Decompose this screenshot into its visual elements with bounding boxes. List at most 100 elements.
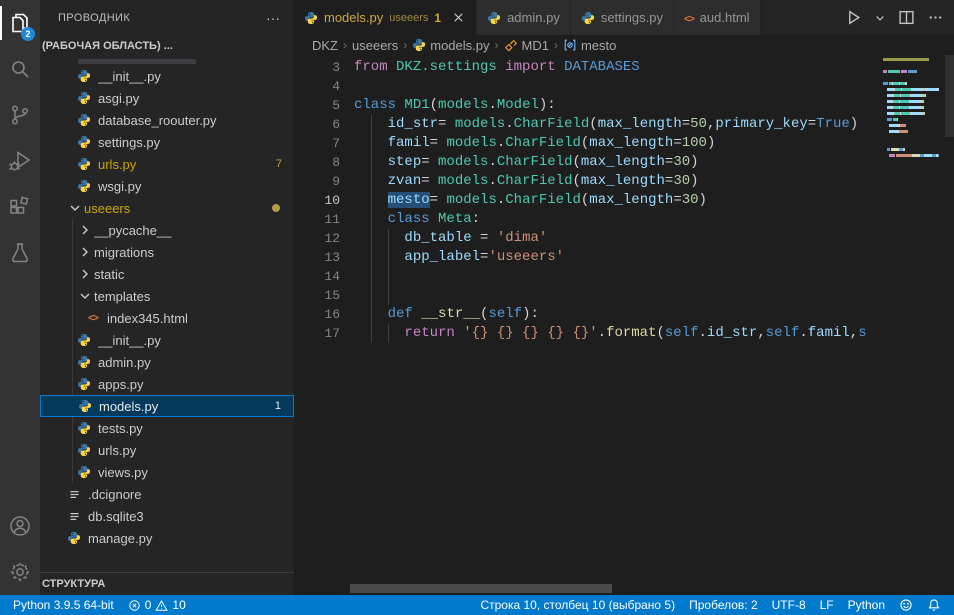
code-line: 3from DKZ.settings import DATABASES <box>294 58 878 77</box>
tree-item[interactable]: static <box>40 263 294 285</box>
code-token: return <box>404 325 454 341</box>
status-notifications[interactable] <box>920 595 948 615</box>
tree-item[interactable]: <>index345.html <box>40 307 294 329</box>
activity-item-extensions[interactable] <box>0 184 40 230</box>
minimap-bar <box>901 112 910 115</box>
activity-item-explorer[interactable]: 2 <box>0 0 40 46</box>
tab-settings.py[interactable]: settings.py <box>571 0 674 35</box>
code-token: self <box>766 325 800 341</box>
status-problems[interactable]: 010 <box>121 595 193 615</box>
tree-item[interactable]: asgi.py <box>40 87 294 109</box>
minimap-bar <box>923 106 924 109</box>
tree-item[interactable]: admin.py <box>40 351 294 373</box>
tree-item[interactable]: settings.py <box>40 131 294 153</box>
code-editor[interactable]: 3from DKZ.settings import DATABASES45cla… <box>294 55 954 595</box>
activity-item-settings[interactable] <box>0 549 40 595</box>
code-token: famil <box>388 135 430 151</box>
code-token: ( <box>657 325 665 341</box>
python-icon <box>412 38 426 52</box>
tab-label: aud.html <box>700 10 750 25</box>
status-language-mode[interactable]: Python <box>841 595 892 615</box>
tree-item[interactable]: urls.py <box>40 439 294 461</box>
code-token: ): <box>522 306 539 322</box>
split-editor-icon[interactable] <box>898 9 915 26</box>
status-python-interpreter[interactable]: Python 3.9.5 64-bit <box>6 595 121 615</box>
status-indentation[interactable]: Пробелов: 2 <box>682 595 765 615</box>
activity-item-accounts[interactable] <box>0 503 40 549</box>
line-number: 14 <box>294 267 340 286</box>
tree-item[interactable]: __init__.py <box>40 329 294 351</box>
tree-item-label: database_roouter.py <box>98 113 294 128</box>
status-cursor-position[interactable]: Строка 10, столбец 10 (выбрано 5) <box>473 595 682 615</box>
more-actions-icon[interactable] <box>927 9 944 26</box>
minimap-bar <box>896 154 912 157</box>
tree-item[interactable]: templates <box>40 285 294 307</box>
code-token: = <box>472 230 497 246</box>
code-token: . <box>488 154 496 170</box>
minimap-bar <box>910 106 920 109</box>
tree-item-label: asgi.py <box>98 91 294 106</box>
more-actions-icon[interactable]: ··· <box>262 10 284 26</box>
breadcrumb-item[interactable]: models.py <box>410 38 491 53</box>
code-token: self <box>488 306 522 322</box>
code-token: def <box>388 306 413 322</box>
close-icon[interactable] <box>451 10 466 25</box>
breadcrumb-item[interactable]: MD1 <box>502 38 551 53</box>
code-token: . <box>488 97 496 113</box>
tree-item[interactable]: db.sqlite3 <box>40 505 294 527</box>
tree-item[interactable]: .dcignore <box>40 483 294 505</box>
indent-guide <box>388 286 389 305</box>
tree-item[interactable]: tests.py <box>40 417 294 439</box>
code-token: max_length <box>598 116 682 132</box>
activity-item-search[interactable] <box>0 46 40 92</box>
code-token: app_label <box>404 249 480 265</box>
code-token: class <box>388 211 430 227</box>
status-encoding[interactable]: UTF-8 <box>765 595 813 615</box>
twisty-down-icon <box>66 200 84 216</box>
tree-item[interactable]: __pycache__ <box>40 219 294 241</box>
tree-item[interactable]: views.py <box>40 461 294 483</box>
minimap-bar <box>903 148 905 151</box>
workspace-section-header[interactable]: (РАБОЧАЯ ОБЛАСТЬ) ... <box>40 35 294 57</box>
breadcrumb-item[interactable]: mesto <box>561 38 618 53</box>
activity-item-run-debug[interactable] <box>0 138 40 184</box>
code-token: step <box>388 154 422 170</box>
run-icon[interactable] <box>845 9 862 26</box>
minimap-bar <box>925 94 926 97</box>
outline-section-header[interactable]: СТРУКТУРА <box>40 572 294 595</box>
activity-item-testing[interactable] <box>0 230 40 276</box>
tab-aud.html[interactable]: <>aud.html <box>674 0 761 35</box>
tree-item[interactable]: manage.py <box>40 527 294 549</box>
tree-item[interactable]: urls.py7 <box>40 153 294 175</box>
horizontal-scrollbar[interactable] <box>350 584 612 593</box>
tab-models.py[interactable]: models.pyuseeers1 <box>294 0 477 35</box>
minimap-bar <box>883 58 929 61</box>
code-text: from DKZ.settings import DATABASES <box>354 58 640 77</box>
tree-item[interactable]: database_roouter.py <box>40 109 294 131</box>
breadcrumb-item[interactable]: useeers <box>350 38 400 53</box>
vertical-scrollbar[interactable] <box>945 55 954 137</box>
minimap[interactable] <box>883 56 945 158</box>
tree-item[interactable]: migrations <box>40 241 294 263</box>
status-bar-right: Строка 10, столбец 10 (выбрано 5)Пробело… <box>473 595 948 615</box>
breadcrumb-item[interactable]: DKZ <box>310 38 340 53</box>
code-token <box>354 116 388 132</box>
minimap-bar <box>897 118 898 121</box>
activity-item-source-control[interactable] <box>0 92 40 138</box>
tree-item-clipped[interactable] <box>40 57 294 65</box>
testing-icon <box>8 241 32 265</box>
tab-admin.py[interactable]: admin.py <box>477 0 571 35</box>
code-text: step= models.CharField(max_length=30) <box>354 153 699 172</box>
tree-item[interactable]: models.py1 <box>40 395 294 417</box>
status-eol[interactable]: LF <box>813 595 841 615</box>
tree-item[interactable]: useeers <box>40 197 294 219</box>
breadcrumb-label: useeers <box>352 38 398 53</box>
code-token: , <box>850 325 858 341</box>
status-feedback[interactable] <box>892 595 920 615</box>
status-bar-left: Python 3.9.5 64-bit010 <box>6 595 193 615</box>
tree-item[interactable]: apps.py <box>40 373 294 395</box>
tree-item[interactable]: __init__.py <box>40 65 294 87</box>
run-dropdown-icon[interactable] <box>874 12 886 24</box>
tree-item[interactable]: wsgi.py <box>40 175 294 197</box>
code-token: = <box>673 192 681 208</box>
